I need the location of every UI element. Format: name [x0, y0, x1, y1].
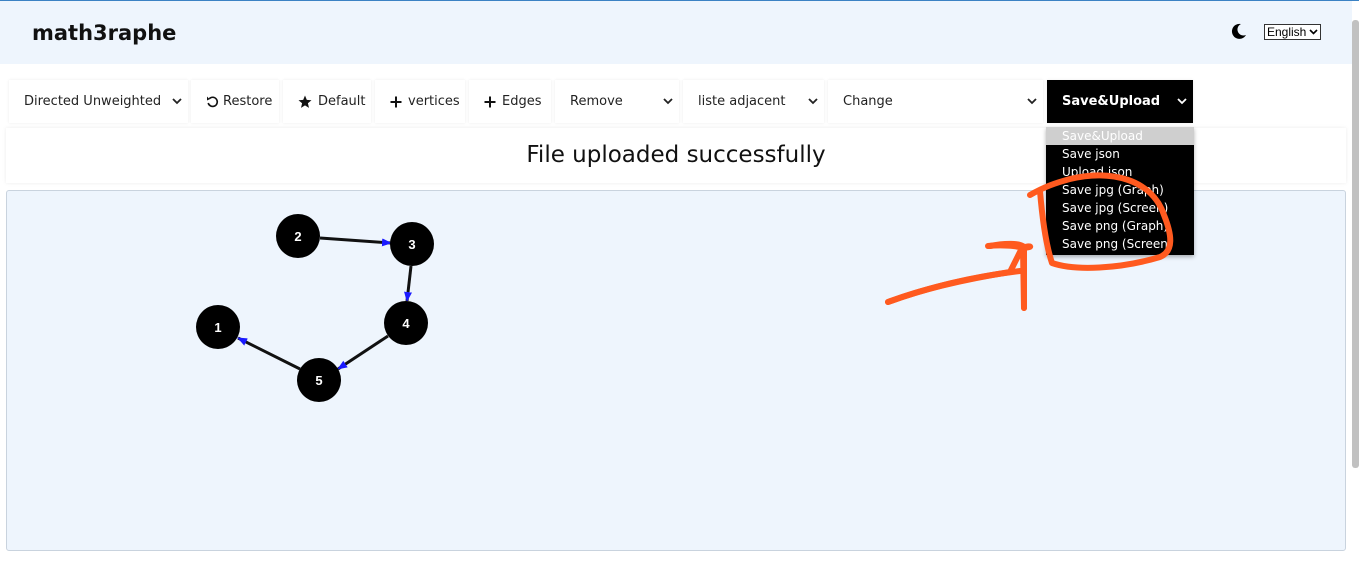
annotation-arrow [885, 172, 1174, 311]
remove-label: Remove [570, 94, 623, 109]
chevron-down-icon [808, 98, 818, 105]
chevron-down-icon [1309, 29, 1318, 35]
edge-4-5[interactable] [337, 334, 389, 371]
node-label: 5 [315, 373, 322, 388]
graph-node-4[interactable]: 4 [384, 301, 428, 345]
graph-node-1[interactable]: 1 [196, 305, 240, 349]
plus-icon [484, 96, 496, 108]
change-select[interactable]: Change [828, 80, 1043, 123]
vertices-label: vertices [408, 94, 460, 109]
graph-type-select[interactable]: Directed Unweighted [9, 80, 188, 123]
edges-label: Edges [502, 94, 542, 109]
restore-label: Restore [223, 94, 273, 109]
add-vertices-button[interactable]: vertices [375, 80, 465, 123]
star-icon [298, 95, 312, 109]
app-header: math3raphe English [0, 1, 1352, 64]
node-label: 2 [294, 229, 301, 244]
add-edges-button[interactable]: Edges [469, 80, 551, 123]
adjacency-list-label: liste adjacent [698, 94, 786, 109]
graph-node-3[interactable]: 3 [390, 222, 434, 266]
graph-type-label: Directed Unweighted [24, 94, 162, 109]
restore-button[interactable]: Restore [191, 80, 279, 123]
chevron-down-icon [1027, 98, 1037, 105]
chevron-down-icon [663, 98, 673, 105]
chevron-down-icon [172, 98, 182, 105]
edge-3-4[interactable] [404, 265, 413, 302]
default-button[interactable]: Default [283, 80, 371, 123]
app-title: math3raphe [32, 21, 177, 45]
language-select[interactable]: English [1264, 24, 1322, 40]
node-label: 4 [402, 316, 410, 331]
save-upload-select[interactable]: Save&Upload [1047, 80, 1193, 123]
dropdown-option-save-json[interactable]: Save json [1046, 145, 1194, 163]
chevron-down-icon [1177, 98, 1187, 105]
edge-2-3[interactable] [319, 236, 392, 247]
moon-icon[interactable] [1230, 22, 1248, 40]
dropdown-option-save-upload[interactable]: Save&Upload [1046, 127, 1194, 145]
language-value: English [1267, 25, 1307, 39]
adjacency-list-select[interactable]: liste adjacent [683, 80, 824, 123]
node-label: 1 [214, 320, 221, 335]
scrollbar[interactable] [1352, 20, 1359, 468]
graph-node-5[interactable]: 5 [297, 358, 341, 402]
save-upload-label: Save&Upload [1062, 94, 1161, 109]
remove-select[interactable]: Remove [555, 80, 679, 123]
undo-icon [206, 95, 219, 108]
change-label: Change [843, 94, 893, 109]
graph-node-2[interactable]: 2 [276, 214, 320, 258]
plus-icon [390, 96, 402, 108]
default-label: Default [318, 94, 366, 109]
edge-5-1[interactable] [237, 336, 301, 371]
node-label: 3 [408, 237, 415, 252]
